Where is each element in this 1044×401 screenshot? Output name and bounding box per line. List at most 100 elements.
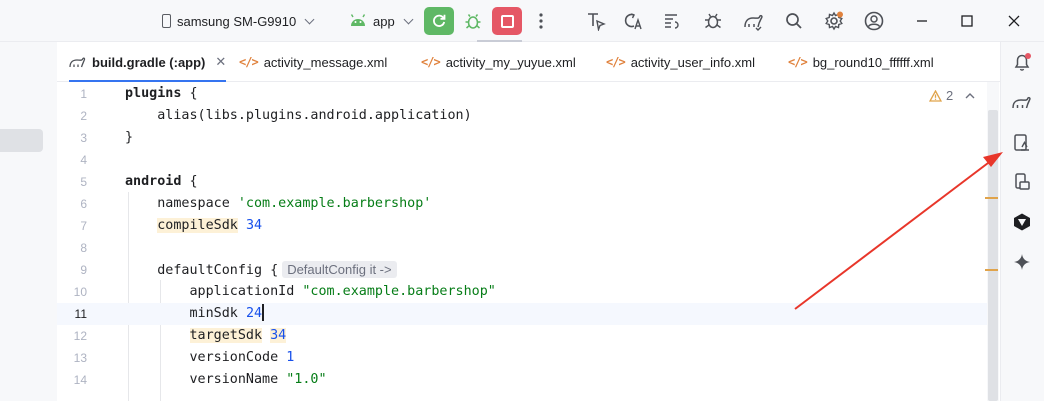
project-tree-selection[interactable]	[0, 129, 43, 152]
text-caret	[262, 303, 265, 321]
line-number: 6	[80, 197, 87, 211]
stop-button[interactable]	[492, 7, 522, 35]
text-tool-icon	[588, 13, 606, 31]
apply-changes-button[interactable]	[424, 7, 454, 35]
close-icon	[1008, 15, 1020, 27]
settings-button[interactable]	[822, 9, 846, 33]
device-manager-icon	[1014, 134, 1029, 151]
warning-icon	[929, 89, 942, 102]
line-number: 9	[80, 263, 87, 277]
device-name: samsung SM-G9910	[177, 13, 297, 29]
code-line: 8	[57, 237, 987, 259]
code-token: defaultConfig	[157, 263, 263, 278]
warning-marker[interactable]	[985, 269, 998, 271]
code-line: 3 }	[57, 127, 987, 149]
tab-activity-my-yuyue[interactable]: </> activity_my_yuyue.xml	[421, 42, 576, 82]
code-line: 2 alias(libs.plugins.android.application…	[57, 105, 987, 127]
copilot-button[interactable]	[1010, 210, 1034, 234]
minimize-button[interactable]	[910, 9, 934, 33]
profiler-button[interactable]	[701, 9, 725, 33]
code-editor[interactable]: 1 plugins { 2 alias(libs.plugins.android…	[57, 82, 997, 401]
tab-label: bg_round10_ffffff.xml	[812, 54, 934, 70]
warning-marker[interactable]	[985, 197, 998, 199]
tab-bg-round10[interactable]: </> bg_round10_ffffff.xml	[788, 42, 934, 82]
line-number: 5	[80, 175, 87, 189]
tab-activity-message[interactable]: </> activity_message.xml	[239, 42, 387, 82]
editor-scrollbar-thumb[interactable]	[988, 110, 998, 401]
code-token: android	[125, 174, 182, 189]
code-line: 4	[57, 149, 987, 171]
more-actions-button[interactable]	[529, 9, 553, 33]
running-devices-button[interactable]	[1010, 170, 1034, 194]
translate-icon	[624, 13, 642, 30]
list-sync-icon	[665, 14, 679, 29]
line-number: 2	[80, 109, 87, 123]
device-selector[interactable]: samsung SM-G9910	[162, 0, 315, 42]
debug-button[interactable]	[461, 9, 485, 33]
line-number: 14	[73, 373, 87, 387]
tab-activity-user-info[interactable]: </> activity_user_info.xml	[606, 42, 755, 82]
code-line: 7 compileSdk 34	[57, 215, 987, 237]
notifications-icon	[1014, 53, 1031, 71]
update-badge	[837, 11, 843, 18]
line-number: 1	[80, 87, 87, 101]
previous-highlight-icon[interactable]	[965, 88, 975, 103]
code-token: targetSdk	[189, 328, 263, 343]
android-icon	[349, 13, 367, 30]
code-line: 13 versionCode 1	[57, 347, 987, 369]
close-window-button[interactable]	[1002, 9, 1026, 33]
layout-inspector-button[interactable]	[585, 9, 609, 33]
xml-file-icon: </>	[421, 55, 441, 69]
code-line: 10 applicationId "com.example.barbershop…	[57, 281, 987, 303]
tab-label: activity_user_info.xml	[630, 54, 755, 70]
tab-label: build.gradle (:app)	[92, 54, 206, 70]
xml-file-icon: </>	[239, 55, 259, 69]
code-token: applicationId	[189, 284, 295, 299]
translate-button[interactable]	[622, 9, 646, 33]
code-token: minSdk	[189, 306, 238, 321]
close-icon[interactable]: ✕	[215, 54, 226, 70]
editor-tabs: build.gradle (:app) ✕ </> activity_messa…	[57, 42, 1018, 82]
project-panel-strip	[0, 42, 57, 401]
gradle-elephant-icon	[744, 14, 763, 31]
code-token: "com.example.barbershop"	[302, 284, 496, 299]
tab-build-gradle[interactable]: build.gradle (:app) ✕	[69, 42, 227, 82]
code-line: 12 targetSdk 34	[57, 325, 987, 347]
gemini-button[interactable]	[1010, 250, 1034, 274]
running-devices-icon	[1015, 173, 1030, 190]
sync-list-button[interactable]	[660, 9, 684, 33]
chevron-down-icon	[304, 14, 315, 24]
right-tool-strip	[1000, 42, 1044, 401]
more-vertical-icon	[539, 13, 543, 29]
gear-icon	[825, 11, 843, 31]
chevron-down-icon	[403, 14, 414, 24]
bug-icon	[465, 14, 481, 29]
inlay-hint: DefaultConfig it ->	[282, 261, 397, 278]
copilot-icon	[1014, 213, 1030, 231]
search-button[interactable]	[782, 9, 806, 33]
warning-count: 2	[946, 88, 954, 103]
line-number: 4	[80, 153, 87, 167]
line-number: 13	[73, 351, 87, 365]
code-token: "1.0"	[286, 372, 327, 387]
tab-label: activity_my_yuyue.xml	[445, 54, 576, 70]
code-token: alias(libs.plugins.android.application)	[157, 108, 472, 123]
minimize-icon	[917, 20, 927, 22]
code-line-current: 11 minSdk 24	[57, 303, 987, 325]
run-config-selector[interactable]: app	[349, 0, 414, 42]
gemini-icon	[1014, 254, 1030, 270]
notifications-button[interactable]	[1010, 50, 1034, 74]
account-button[interactable]	[862, 9, 886, 33]
code-line: 9 defaultConfig {DefaultConfig it ->	[57, 259, 987, 281]
gradle-sync-button[interactable]	[741, 9, 765, 33]
maximize-button[interactable]	[955, 9, 979, 33]
device-manager-button[interactable]	[1010, 131, 1034, 155]
code-token: 1	[286, 350, 295, 365]
gradle-button[interactable]	[1010, 90, 1034, 114]
search-icon	[786, 13, 802, 29]
run-config-label: app	[373, 13, 395, 29]
code-token: plugins	[125, 86, 182, 101]
code-token: 34	[245, 218, 263, 233]
xml-file-icon: </>	[788, 55, 808, 69]
restart-icon	[433, 14, 446, 27]
